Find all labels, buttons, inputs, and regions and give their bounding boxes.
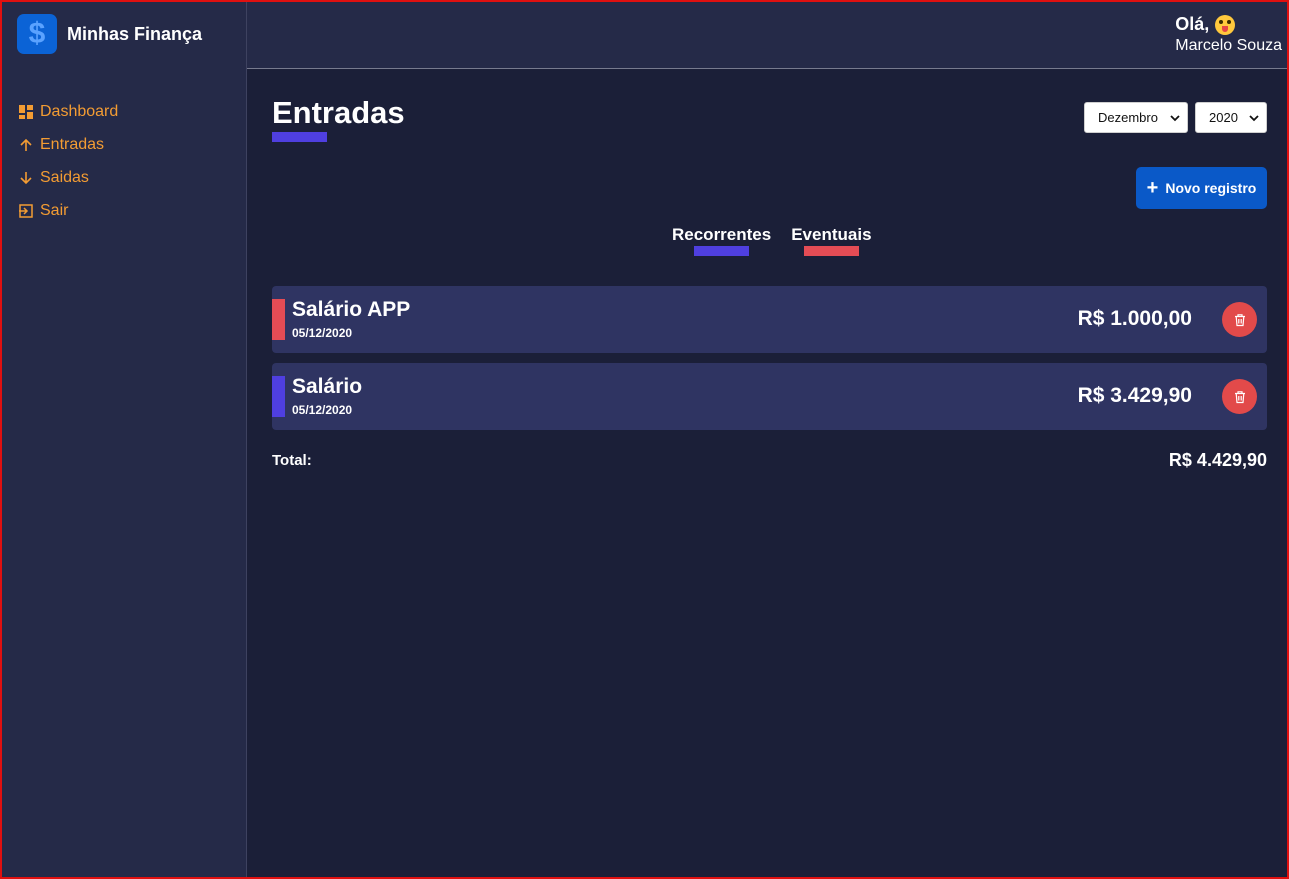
entry-amount: R$ 3.429,90 [1077, 384, 1192, 407]
chevron-down-icon [1170, 114, 1180, 121]
dashboard-icon [18, 104, 34, 120]
dollar-logo-icon: $ [17, 14, 57, 54]
sidebar-item-entradas[interactable]: Entradas [18, 128, 118, 161]
filter-tabs: Recorrentes Eventuais [672, 225, 892, 256]
chevron-down-icon [1249, 114, 1259, 121]
new-record-button[interactable]: + Novo registro [1136, 167, 1267, 209]
entry-title: Salário [292, 375, 363, 398]
entry-amount: R$ 1.000,00 [1077, 307, 1192, 330]
logout-icon [18, 203, 34, 219]
header: Olá, Marcelo Souza [247, 0, 1289, 69]
plus-icon: + [1146, 177, 1159, 199]
sidebar-item-label: Sair [40, 201, 69, 219]
arrow-up-icon [18, 137, 34, 153]
sidebar-item-label: Entradas [40, 135, 105, 153]
greeting-text: Olá, [1175, 14, 1210, 34]
page-title-block: Entradas [272, 96, 405, 142]
tab-recorrentes[interactable]: Recorrentes [672, 225, 771, 256]
list-item: Salário APP 05/12/2020 R$ 1.000,00 [272, 286, 1267, 353]
tab-indicator [694, 246, 750, 256]
entry-date: 05/12/2020 [292, 403, 353, 417]
trash-icon [1234, 390, 1245, 403]
sidebar-item-label: Saidas [40, 168, 89, 186]
tab-label: Eventuais [791, 225, 872, 244]
app-name: Minhas Finança [67, 23, 203, 44]
year-select[interactable]: 2020 [1195, 102, 1267, 133]
tab-indicator [803, 246, 859, 256]
face-with-tongue-icon [1215, 14, 1236, 35]
title-underline [272, 132, 327, 142]
sidebar-item-dashboard[interactable]: Dashboard [18, 95, 118, 128]
entry-tag [272, 299, 285, 340]
entry-date: 05/12/2020 [292, 326, 353, 340]
year-select-value: 2020 [1209, 110, 1238, 125]
sidebar-menu: Dashboard Entradas Saidas Sair [18, 95, 118, 227]
brand: $ Minhas Finança [17, 14, 202, 54]
total-label: Total: [272, 452, 312, 469]
delete-button[interactable] [1222, 379, 1257, 414]
month-select[interactable]: Dezembro [1084, 102, 1188, 133]
tab-eventuais[interactable]: Eventuais [791, 225, 872, 256]
delete-button[interactable] [1222, 302, 1257, 337]
sidebar-item-label: Dashboard [40, 102, 119, 120]
trash-icon [1234, 313, 1245, 326]
sidebar-item-sair[interactable]: Sair [18, 194, 118, 227]
entry-title: Salário APP [292, 298, 411, 321]
month-select-value: Dezembro [1098, 110, 1158, 125]
user-greeting: Olá, Marcelo Souza [1175, 14, 1282, 55]
sidebar: $ Minhas Finança Dashboard Entradas Said… [0, 0, 247, 879]
page-title: Entradas [272, 95, 405, 130]
arrow-down-icon [18, 170, 34, 186]
list-item: Salário 05/12/2020 R$ 3.429,90 [272, 363, 1267, 430]
user-name: Marcelo Souza [1175, 37, 1282, 54]
total-value: R$ 4.429,90 [1168, 450, 1267, 470]
tab-label: Recorrentes [672, 225, 772, 244]
entry-tag [272, 376, 285, 417]
sidebar-item-saidas[interactable]: Saidas [18, 161, 118, 194]
new-record-label: Novo registro [1165, 180, 1257, 196]
